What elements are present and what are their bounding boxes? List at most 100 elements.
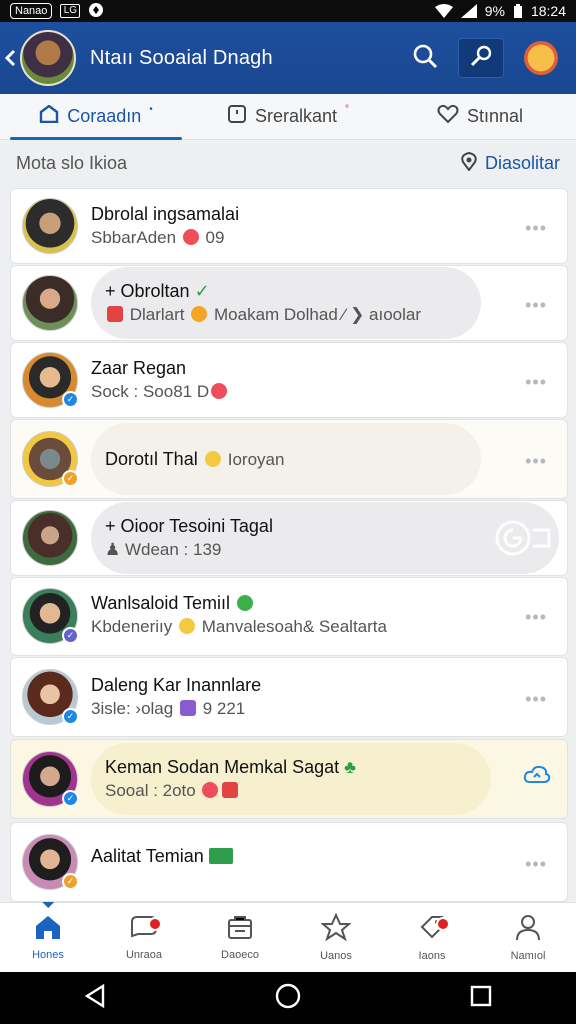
tab-conversations[interactable]: Coraadın • [0, 94, 192, 140]
contact-name: Oioor Tesoini Tagal [120, 516, 273, 536]
nav-label: Uanos [320, 950, 352, 962]
tab-mark: ° [345, 104, 350, 115]
list-item[interactable]: ✓ Daleng Kar Inannlare 3isle: ›olag 9 22… [10, 657, 568, 737]
notification-dot-icon [148, 917, 162, 931]
nav-shop[interactable]: Daoeco [192, 903, 288, 972]
contact-status-extra: Manvalesoah& Sealtarta [201, 617, 387, 636]
gift-emoji-icon [107, 306, 123, 322]
list-item[interactable]: ✓ Keman Sodan Memkal Sagat ♣ Sooal : 2ot… [10, 739, 568, 819]
plus-icon: + [105, 281, 121, 301]
bottom-nav: Hones Unraoa Daoeco Uanos Iaons Namıol [0, 902, 576, 972]
message-bubble[interactable]: Dorotıl Thal Ioroyan [91, 423, 481, 495]
contact-name: Dorotıl Thal [105, 448, 198, 469]
person-icon [514, 913, 542, 944]
contact-status-extra: Moakam Dolhad ⁄ ❯ aıoolar [214, 305, 422, 324]
notification-icon [88, 2, 104, 21]
message-bubble[interactable]: + Obroltan ✓ Dlarlart Moakam Dolhad ⁄ ❯ … [91, 267, 481, 339]
face-emoji-icon [204, 450, 221, 467]
emoji-avatar-icon[interactable] [524, 41, 558, 75]
contact-status: Sooal : 2oto [105, 781, 196, 800]
more-options-button[interactable]: ••• [525, 854, 547, 875]
key-search-button[interactable] [458, 38, 504, 78]
nav-messages[interactable]: Unraoa [96, 903, 192, 972]
check-icon: ✓ [194, 281, 210, 301]
back-triangle-icon[interactable] [84, 983, 106, 1013]
cloud-sync-icon[interactable] [523, 764, 551, 791]
nav-tags[interactable]: Iaons [384, 903, 480, 972]
nav-home[interactable]: Hones [0, 903, 96, 972]
list-item[interactable]: ✓ Wanlsaloid Temiıl Kbdeneriıy Manvaleso… [10, 577, 568, 656]
wifi-icon [434, 4, 453, 18]
status-badge-icon: ✓ [62, 873, 79, 890]
list-item[interactable]: Dbrolal ingsamalai SbbarAden 09 ••• [10, 188, 568, 264]
face-emoji-icon [179, 618, 196, 634]
verified-badge-icon: ✓ [62, 391, 79, 408]
contact-status: SbbarAden [91, 228, 177, 247]
more-options-button[interactable]: ••• [525, 451, 547, 472]
plant-icon: ♣ [344, 757, 356, 777]
store-icon [226, 914, 254, 943]
nav-label: Hones [32, 949, 64, 961]
message-bubble[interactable]: + Oioor Tesoini Tagal ♟ Wdean : 139 [91, 502, 559, 574]
app-title: Ntaıı Sooaial Dnagh [90, 46, 273, 69]
more-options-button[interactable]: ••• [525, 295, 547, 316]
battery-percent: 9% [484, 3, 505, 19]
back-button[interactable] [0, 22, 20, 94]
list-item[interactable]: ✓ Dorotıl Thal Ioroyan ••• [10, 419, 568, 499]
discover-button[interactable]: Diasolitar [459, 151, 560, 176]
contact-status: Dlarlart [129, 305, 185, 324]
tab-mark: • [149, 104, 153, 115]
list-item[interactable]: ✓ Zaar Regan Sock : Soo81 D ••• [10, 342, 568, 418]
status-label: Nanao [10, 3, 53, 19]
tab-favorites[interactable]: Stınnal [384, 94, 576, 139]
check-badge-icon [208, 848, 233, 864]
app-bar: Ntaıı Sooaial Dnagh [0, 22, 576, 94]
bell-emoji-icon [222, 782, 239, 798]
nav-profile[interactable]: Namıol [480, 903, 576, 972]
list-item[interactable]: ✓ Aalitat Temian ••• [10, 822, 568, 902]
avatar [22, 510, 78, 566]
more-options-button[interactable]: ••• [525, 607, 547, 628]
contact-name: Wanlsaloid Temiıl [91, 593, 231, 613]
contact-name: Dbrolal ingsamalai [91, 204, 240, 224]
tab-label: Coraadın [67, 106, 142, 126]
online-dot-icon [237, 595, 254, 611]
heart-emoji-icon [182, 229, 199, 245]
system-nav-bar [0, 972, 576, 1024]
music-emoji-icon [179, 700, 196, 716]
home-tab-icon [39, 104, 59, 128]
status-badge-icon: ✓ [62, 470, 79, 487]
contact-status: Kbdeneriıy [91, 617, 173, 636]
verified-badge-icon: ✓ [62, 627, 79, 644]
contact-status-extra: 9 221 [202, 699, 246, 718]
list-item[interactable]: + Obroltan ✓ Dlarlart Moakam Dolhad ⁄ ❯ … [10, 265, 568, 341]
recents-square-icon[interactable] [470, 985, 492, 1012]
key-icon [469, 44, 493, 73]
profile-avatar[interactable] [20, 30, 76, 86]
notification-dot-icon [436, 917, 450, 931]
section-header: Mota slo Ikioa Diasolitar [0, 140, 576, 186]
contact-status-extra: 09 [205, 228, 225, 247]
contact-name: Obroltan [120, 281, 190, 301]
home-circle-icon[interactable] [275, 983, 301, 1014]
nav-favorites[interactable]: Uanos [288, 903, 384, 972]
list-item[interactable]: + Oioor Tesoini Tagal ♟ Wdean : 139 [10, 500, 568, 576]
signal-icon [460, 4, 477, 18]
search-icon[interactable] [412, 43, 438, 74]
tab-search[interactable]: Sreralkant ° [192, 94, 384, 139]
person-icon: ♟ [105, 540, 125, 559]
battery-icon [513, 3, 523, 19]
more-options-button[interactable]: ••• [525, 372, 547, 393]
more-options-button[interactable]: ••• [525, 218, 547, 239]
more-options-button[interactable]: ••• [525, 689, 547, 710]
status-box-icon: LG [60, 4, 81, 18]
message-bubble[interactable]: Keman Sodan Memkal Sagat ♣ Sooal : 2oto [91, 743, 491, 815]
contact-name: Keman Sodan Memkal Sagat [105, 757, 340, 777]
reply-icon[interactable] [493, 516, 553, 560]
heart-icon [437, 104, 459, 129]
clock: 18:24 [530, 3, 566, 19]
coin-emoji-icon [191, 306, 208, 322]
tab-bar: Coraadın • Sreralkant ° Stınnal [0, 94, 576, 140]
location-icon [459, 151, 479, 176]
contact-status: Wdean : 139 [124, 540, 222, 559]
